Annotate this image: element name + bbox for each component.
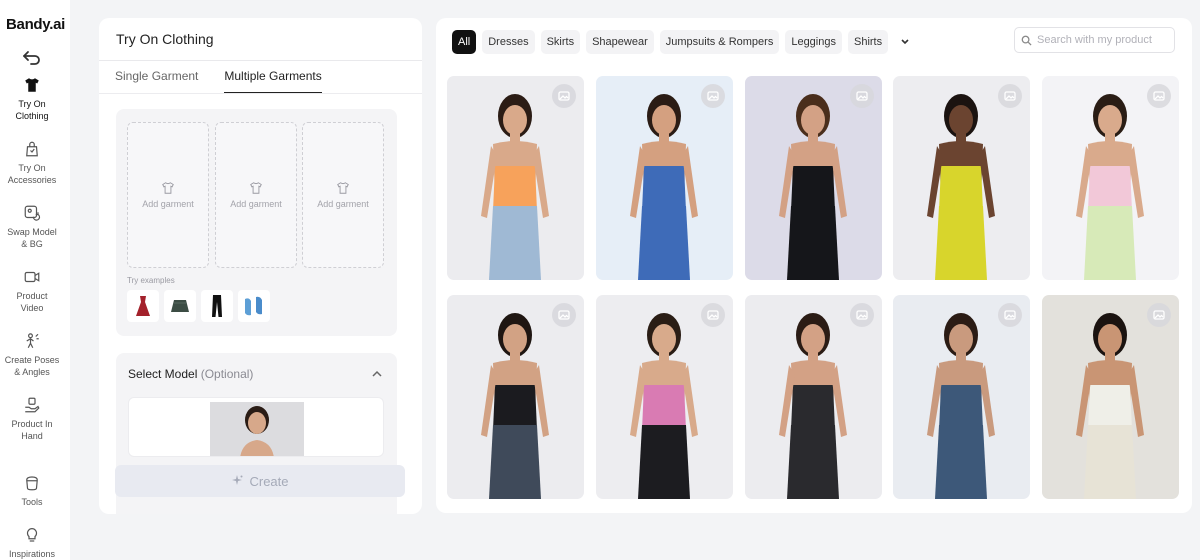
sidebar-item-product-in-hand[interactable]: Product In Hand <box>0 396 64 442</box>
sidebar-item-create-poses[interactable]: Create Poses & Angles <box>0 332 64 378</box>
tshirt-outline-icon <box>162 182 174 194</box>
filter-dresses[interactable]: Dresses <box>482 30 535 54</box>
product-gallery: All Dresses Skirts Shapewear Jumpsuits &… <box>436 18 1192 513</box>
example-green-skirt[interactable] <box>164 290 196 322</box>
product-card-white-polo-shorts[interactable] <box>1042 295 1179 499</box>
video-icon <box>24 271 40 283</box>
create-button[interactable]: Create <box>115 465 405 497</box>
image-icon[interactable] <box>1147 303 1171 327</box>
hand-icon <box>25 397 40 413</box>
add-garment-label: Add garment <box>230 199 282 209</box>
filter-skirts[interactable]: Skirts <box>540 30 581 54</box>
image-icon[interactable] <box>1147 84 1171 108</box>
optional-label: (Optional) <box>200 367 254 381</box>
add-garment-label: Add garment <box>142 199 194 209</box>
try-examples-label: Try examples <box>127 276 175 285</box>
search-icon <box>1021 35 1032 46</box>
search-input[interactable] <box>1037 34 1167 46</box>
image-icon[interactable] <box>701 84 725 108</box>
image-icon[interactable] <box>701 303 725 327</box>
image-icon[interactable] <box>998 84 1022 108</box>
garment-upload-area: Add garment Add garment Add garment Try … <box>116 109 397 336</box>
select-model-label: Select Model <box>128 367 198 381</box>
sidebar-item-tools[interactable]: Tools <box>0 474 64 508</box>
sidebar-item-label: Try On Clothing <box>15 99 49 121</box>
green-skirt-icon <box>171 300 189 312</box>
sidebar-item-label: Product In Hand <box>11 419 53 441</box>
product-card-pastel-floral-girl-dress[interactable] <box>1042 76 1179 280</box>
category-filters: All Dresses Skirts Shapewear Jumpsuits &… <box>452 30 914 54</box>
product-card-blue-floral-mini-dress[interactable] <box>596 76 733 280</box>
bulb-icon <box>26 528 38 542</box>
image-icon[interactable] <box>850 84 874 108</box>
select-model-title[interactable]: Select Model (Optional) <box>128 367 253 381</box>
sidebar-item-try-on-clothing[interactable]: Try On Clothing <box>0 76 64 122</box>
tshirt-outline-icon <box>337 182 349 194</box>
model-thumbnail <box>210 402 304 456</box>
filter-all[interactable]: All <box>452 30 477 54</box>
example-red-dress[interactable] <box>127 290 159 322</box>
sidebar-item-label: Create Poses & Angles <box>4 355 60 377</box>
sidebar-item-try-on-accessories[interactable]: Try On Accessories <box>0 140 64 186</box>
model-preview[interactable] <box>128 397 384 457</box>
blue-sneakers-icon <box>245 296 262 316</box>
product-card-striped-fringe-dress[interactable] <box>745 295 882 499</box>
sidebar: Bandy.ai Try On Clothing Try On Accessor… <box>0 0 70 560</box>
sidebar-item-product-video[interactable]: Product Video <box>0 268 64 314</box>
pose-icon <box>26 333 39 349</box>
filter-shirts[interactable]: Shirts <box>847 30 889 54</box>
product-search[interactable] <box>1014 27 1175 53</box>
garment-tabs: Single Garment Multiple Garments <box>115 69 322 94</box>
product-card-yellow-cutout-jumpsuit[interactable] <box>893 76 1030 280</box>
tools-icon <box>26 476 38 491</box>
chevron-up-icon[interactable] <box>371 369 383 379</box>
tab-single-garment[interactable]: Single Garment <box>115 69 198 94</box>
example-black-pants[interactable] <box>201 290 233 322</box>
sidebar-item-label: Product Video <box>16 291 48 313</box>
add-garment-slot-2[interactable]: Add garment <box>215 122 297 268</box>
tshirt-icon <box>25 78 39 92</box>
red-dress-icon <box>136 296 150 316</box>
product-card-navy-hoodie[interactable] <box>893 295 1030 499</box>
filter-shapewear[interactable]: Shapewear <box>586 30 654 54</box>
bag-icon <box>26 141 38 157</box>
sidebar-item-label: Tools <box>21 497 43 507</box>
image-icon[interactable] <box>552 303 576 327</box>
filter-jumpsuits-rompers[interactable]: Jumpsuits & Rompers <box>659 30 780 54</box>
tab-multiple-garments[interactable]: Multiple Garments <box>224 69 322 94</box>
sidebar-item-swap-model[interactable]: Swap Model & BG <box>0 204 64 250</box>
product-card-black-halter-dress[interactable] <box>745 76 882 280</box>
add-garment-slot-1[interactable]: Add garment <box>127 122 209 268</box>
product-card-pink-top-leather-skirt[interactable] <box>596 295 733 499</box>
swap-icon <box>24 205 41 221</box>
panel-title: Try On Clothing <box>116 31 214 47</box>
try-on-panel: Try On Clothing Single Garment Multiple … <box>99 18 422 514</box>
filter-leggings[interactable]: Leggings <box>785 30 842 54</box>
example-blue-sneakers[interactable] <box>238 290 270 322</box>
black-pants-icon <box>212 295 222 317</box>
tshirt-outline-icon <box>250 182 262 194</box>
add-garment-label: Add garment <box>317 199 369 209</box>
chevron-down-icon <box>901 39 909 45</box>
more-filters-button[interactable] <box>896 30 914 54</box>
divider <box>99 93 422 94</box>
sparkle-icon <box>232 475 243 485</box>
image-icon[interactable] <box>998 303 1022 327</box>
sidebar-item-label: Swap Model & BG <box>7 227 57 249</box>
product-card-orange-tube-top-jeans[interactable] <box>447 76 584 280</box>
image-icon[interactable] <box>850 303 874 327</box>
sidebar-item-label: Try On Accessories <box>7 163 57 185</box>
image-icon[interactable] <box>552 84 576 108</box>
back-icon[interactable] <box>22 49 42 67</box>
product-card-black-top-denim-shorts[interactable] <box>447 295 584 499</box>
add-garment-slot-3[interactable]: Add garment <box>302 122 384 268</box>
app-logo[interactable]: Bandy.ai <box>6 16 65 33</box>
create-label: Create <box>249 473 289 489</box>
sidebar-item-label: Inspirations <box>8 549 56 559</box>
sidebar-item-inspirations[interactable]: Inspirations <box>0 526 64 560</box>
divider <box>99 60 422 61</box>
